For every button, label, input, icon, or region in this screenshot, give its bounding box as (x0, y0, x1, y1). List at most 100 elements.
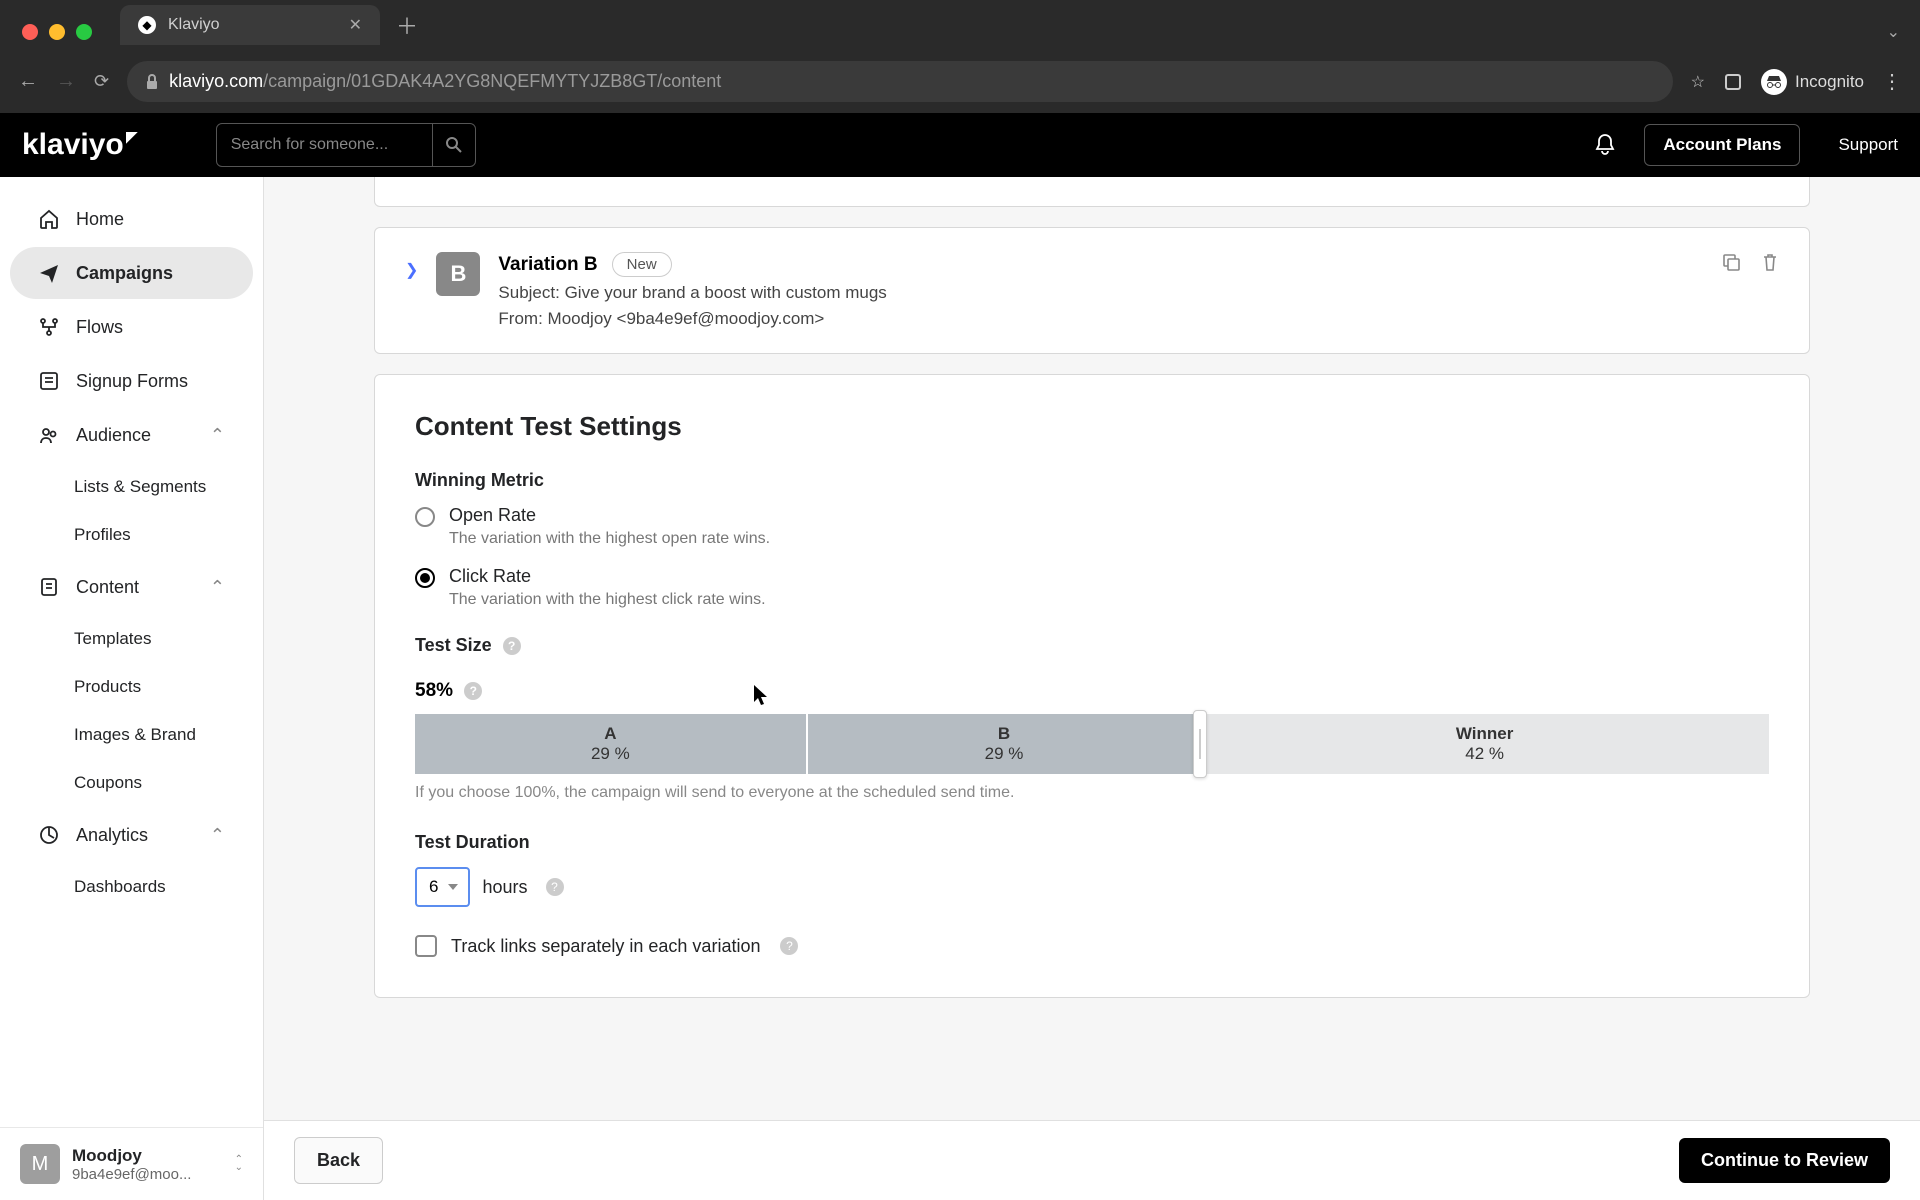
new-tab-button[interactable]: ＋ (396, 9, 418, 41)
tab-title: Klaviyo (168, 16, 220, 34)
app-header: klaviyo Account Plans Support (0, 113, 1920, 177)
help-icon[interactable]: ? (546, 878, 564, 896)
sidebar: Home Campaigns Flows Signup Forms Audien… (0, 177, 264, 1200)
radio-icon (415, 507, 435, 527)
chevron-down-icon[interactable]: ⌄ (1887, 22, 1900, 42)
sidebar-label: Signup Forms (76, 371, 188, 392)
account-plans-button[interactable]: Account Plans (1644, 124, 1800, 166)
logo-mark-icon (126, 132, 138, 144)
slider-segment-a: A 29 % (415, 714, 808, 774)
browser-tab[interactable]: ◆ Klaviyo ✕ (120, 5, 380, 45)
extension-icon[interactable] (1723, 72, 1743, 92)
incognito-badge: Incognito (1761, 69, 1864, 95)
lock-icon (145, 74, 159, 90)
click-rate-label: Click Rate (449, 566, 766, 587)
back-button[interactable]: Back (294, 1137, 383, 1184)
track-links-row[interactable]: Track links separately in each variation… (415, 935, 1769, 957)
form-icon (38, 370, 60, 392)
search-button[interactable] (432, 123, 476, 167)
sidebar-item-signup-forms[interactable]: Signup Forms (10, 355, 253, 407)
main-content: ❯ B Variation B New Subject: Give your b… (264, 177, 1920, 1200)
sidebar-sub-dashboards[interactable]: Dashboards (0, 863, 263, 911)
click-rate-desc: The variation with the highest click rat… (449, 591, 766, 609)
radio-click-rate[interactable]: Click Rate The variation with the highes… (415, 566, 1769, 609)
refresh-icon[interactable]: ⟳ (94, 71, 109, 92)
chevron-up-icon: ⌃ (210, 825, 225, 846)
updown-chevron-icon: ⌃⌄ (235, 1156, 243, 1172)
minimize-window-button[interactable] (49, 24, 65, 40)
sidebar-sub-lists[interactable]: Lists & Segments (0, 463, 263, 511)
continue-to-review-button[interactable]: Continue to Review (1679, 1138, 1890, 1183)
window-controls (22, 24, 92, 40)
slider-handle[interactable] (1193, 710, 1207, 778)
sidebar-label: Content (76, 577, 139, 598)
tab-favicon: ◆ (138, 16, 156, 34)
sidebar-label: Campaigns (76, 263, 173, 284)
incognito-icon (1761, 69, 1787, 95)
org-avatar: M (20, 1144, 60, 1184)
new-badge: New (612, 252, 672, 277)
slider-note: If you choose 100%, the campaign will se… (415, 784, 1769, 802)
variation-title: Variation B (498, 254, 597, 276)
sidebar-item-audience[interactable]: Audience ⌃ (10, 409, 253, 461)
analytics-icon (38, 824, 60, 846)
help-icon[interactable]: ? (503, 637, 521, 655)
trash-icon[interactable] (1761, 252, 1779, 272)
variation-from: From: Moodjoy <9ba4e9ef@moodjoy.com> (498, 309, 1703, 329)
audience-icon (38, 424, 60, 446)
duration-unit: hours (482, 877, 527, 898)
url-path: /campaign/01GDAK4A2YG8NQEFMYTYJZB8GT/con… (263, 71, 721, 91)
sidebar-label: Analytics (76, 825, 148, 846)
open-rate-label: Open Rate (449, 505, 770, 526)
sidebar-sub-profiles[interactable]: Profiles (0, 511, 263, 559)
address-bar: ← → ⟳ klaviyo.com/campaign/01GDAK4A2YG8N… (0, 50, 1920, 113)
chevron-up-icon: ⌃ (210, 577, 225, 598)
header-search (216, 123, 476, 167)
support-link[interactable]: Support (1838, 135, 1898, 155)
test-duration-label: Test Duration (415, 832, 1769, 853)
sidebar-item-home[interactable]: Home (10, 193, 253, 245)
radio-icon (415, 568, 435, 588)
org-name: Moodjoy (72, 1146, 191, 1166)
klaviyo-logo[interactable]: klaviyo (22, 128, 138, 162)
duplicate-icon[interactable] (1721, 252, 1741, 272)
tab-strip: ◆ Klaviyo ✕ ＋ (0, 0, 1920, 50)
test-size-slider[interactable]: A 29 % B 29 % Winner 42 % (415, 714, 1769, 774)
maximize-window-button[interactable] (76, 24, 92, 40)
sidebar-sub-products[interactable]: Products (0, 663, 263, 711)
sidebar-label: Flows (76, 317, 123, 338)
help-icon[interactable]: ? (780, 937, 798, 955)
back-arrow-icon[interactable]: ← (18, 70, 38, 93)
checkbox[interactable] (415, 935, 437, 957)
send-icon (38, 262, 60, 284)
close-window-button[interactable] (22, 24, 38, 40)
settings-title: Content Test Settings (415, 411, 1769, 442)
duration-select[interactable]: 6 (415, 867, 470, 907)
sidebar-sub-coupons[interactable]: Coupons (0, 759, 263, 807)
expand-chevron-icon[interactable]: ❯ (405, 260, 418, 280)
org-switcher[interactable]: M Moodjoy 9ba4e9ef@moo... ⌃⌄ (0, 1127, 263, 1200)
slider-segment-b: B 29 % (808, 714, 1201, 774)
sidebar-sub-images-brand[interactable]: Images & Brand (0, 711, 263, 759)
open-rate-desc: The variation with the highest open rate… (449, 530, 770, 548)
sidebar-item-content[interactable]: Content ⌃ (10, 561, 253, 613)
test-size-value: 58% ? (415, 680, 482, 702)
sidebar-item-flows[interactable]: Flows (10, 301, 253, 353)
star-icon[interactable]: ☆ (1691, 72, 1705, 92)
bell-icon[interactable] (1594, 133, 1616, 157)
sidebar-item-analytics[interactable]: Analytics ⌃ (10, 809, 253, 861)
url-bar[interactable]: klaviyo.com/campaign/01GDAK4A2YG8NQEFMYT… (127, 61, 1673, 102)
forward-arrow-icon[interactable]: → (56, 70, 76, 93)
help-icon[interactable]: ? (464, 682, 482, 700)
org-email: 9ba4e9ef@moo... (72, 1166, 191, 1183)
content-test-settings-card: Content Test Settings Winning Metric Ope… (374, 374, 1810, 998)
variation-b-card: ❯ B Variation B New Subject: Give your b… (374, 227, 1810, 354)
browser-chrome: ◆ Klaviyo ✕ ＋ ⌄ ← → ⟳ klaviyo.com/campai… (0, 0, 1920, 113)
winning-metric-label: Winning Metric (415, 470, 1769, 491)
sidebar-item-campaigns[interactable]: Campaigns (10, 247, 253, 299)
tab-close-icon[interactable]: ✕ (349, 15, 362, 35)
slider-segment-winner: Winner 42 % (1200, 714, 1769, 774)
radio-open-rate[interactable]: Open Rate The variation with the highest… (415, 505, 1769, 548)
sidebar-sub-templates[interactable]: Templates (0, 615, 263, 663)
menu-dots-icon[interactable]: ⋮ (1882, 69, 1902, 94)
